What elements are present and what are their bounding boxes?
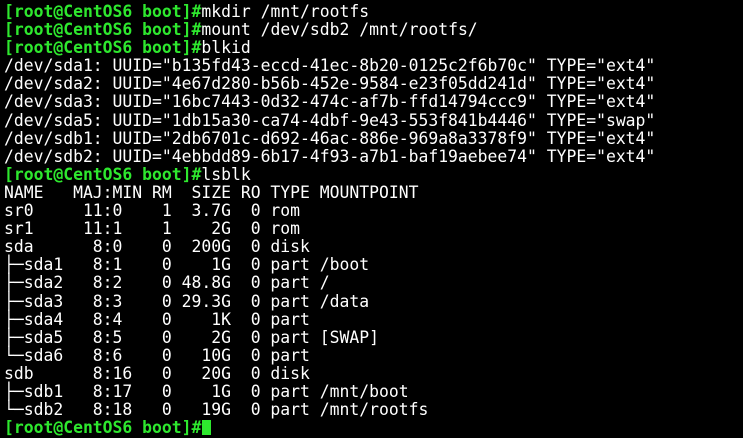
command-text: mount /dev/sdb2 /mnt/rootfs/: [201, 20, 478, 40]
blkid-output-line: /dev/sda3: UUID="16bc7443-0d32-474c-af7b…: [4, 92, 656, 112]
lsblk-row: ├─sda4 8:4 0 1K 0 part: [4, 309, 310, 329]
command-text: lsblk: [201, 164, 251, 184]
lsblk-row: sda 8:0 0 200G 0 disk: [4, 237, 310, 257]
shell-prompt: [root@CentOS6 boot]#: [4, 418, 202, 438]
lsblk-row: sdb 8:16 0 20G 0 disk: [4, 363, 310, 383]
terminal-window[interactable]: [root@CentOS6 boot]#mkdir /mnt/rootfs [r…: [0, 0, 743, 438]
command-line-blkid: [root@CentOS6 boot]#blkid: [4, 39, 743, 57]
blkid-output-line: /dev/sdb1: UUID="2db6701c-d692-46ac-886e…: [4, 128, 656, 148]
command-line-lsblk: [root@CentOS6 boot]#lsblk: [4, 164, 743, 184]
lsblk-row: └─sda6 8:6 0 10G 0 part: [4, 345, 310, 365]
shell-prompt: [root@CentOS6 boot]#: [4, 164, 202, 184]
blkid-output-line: /dev/sda2: UUID="4e67d280-b56b-452e-9584…: [4, 74, 656, 94]
command-text: mkdir /mnt/rootfs: [201, 2, 370, 21]
lsblk-row: ├─sda5 8:5 0 2G 0 part [SWAP]: [4, 327, 379, 347]
command-text: blkid: [201, 38, 251, 58]
lsblk-row: ├─sda1 8:1 0 1G 0 part /boot: [4, 255, 370, 275]
blkid-output-line: /dev/sda5: UUID="1db15a30-ca74-4dbf-9e43…: [4, 110, 656, 130]
command-line-current[interactable]: [root@CentOS6 boot]#: [4, 419, 743, 437]
shell-prompt: [root@CentOS6 boot]#: [4, 38, 202, 58]
blkid-output-line: /dev/sdb2: UUID="4ebbdd89-6b17-4f93-a7b1…: [4, 146, 656, 166]
shell-prompt: [root@CentOS6 boot]#: [4, 20, 202, 40]
lsblk-row: └─sdb2 8:18 0 19G 0 part /mnt/rootfs: [4, 400, 429, 420]
shell-prompt: [root@CentOS6 boot]#: [4, 2, 202, 21]
lsblk-row: ├─sda3 8:3 0 29.3G 0 part /data: [4, 291, 370, 311]
command-line-mkdir: [root@CentOS6 boot]#mkdir /mnt/rootfs: [4, 2, 743, 21]
lsblk-row: sr0 11:0 1 3.7G 0 rom: [4, 201, 301, 221]
lsblk-row: sr1 11:1 1 2G 0 rom: [4, 219, 301, 239]
lsblk-header: NAME MAJ:MIN RM SIZE RO TYPE MOUNTPOINT: [4, 182, 419, 202]
lsblk-row: ├─sda2 8:2 0 48.8G 0 part /: [4, 273, 330, 293]
lsblk-row: ├─sdb1 8:17 0 1G 0 part /mnt/boot: [4, 381, 409, 401]
command-line-mount: [root@CentOS6 boot]#mount /dev/sdb2 /mnt…: [4, 21, 743, 39]
blkid-output-line: /dev/sda1: UUID="b135fd43-eccd-41ec-8b20…: [4, 56, 656, 76]
cursor-block: [202, 420, 212, 436]
